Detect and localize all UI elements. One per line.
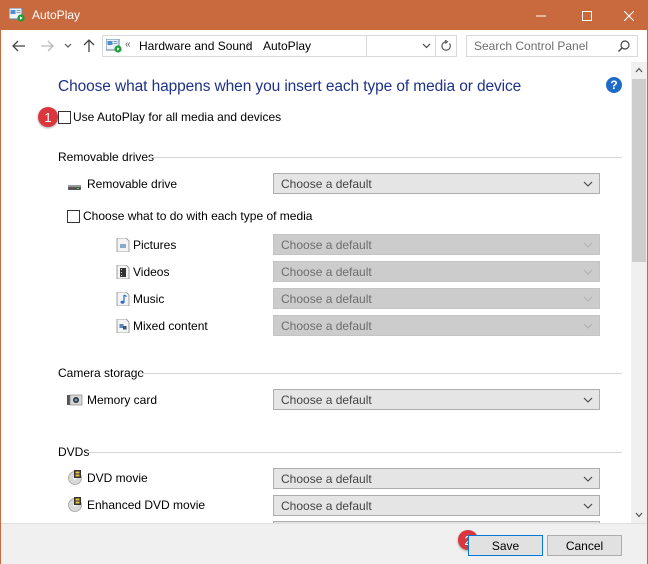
refresh-button[interactable]: [435, 35, 457, 57]
dropdown-value: Choose a default: [281, 393, 372, 407]
minimize-button[interactable]: [518, 1, 564, 30]
chevron-down-icon: [422, 43, 430, 49]
chevron-down-icon: [635, 512, 643, 518]
close-icon: [623, 10, 634, 21]
dropdown-value: Choose a default: [281, 265, 372, 279]
dropdown-value: Choose a default: [281, 499, 372, 513]
removable-drive-dropdown[interactable]: Choose a default: [273, 173, 600, 194]
dropdown-value: Choose a default: [281, 319, 372, 333]
dropdown-value: Choose a default: [281, 472, 372, 486]
control-panel-icon: [9, 8, 25, 22]
dropdown-value: Choose a default: [281, 177, 372, 191]
chevron-down-icon: [583, 397, 593, 403]
maximize-button[interactable]: [564, 1, 610, 30]
use-autoplay-label[interactable]: Use AutoPlay for all media and devices: [73, 110, 281, 124]
up-button[interactable]: [80, 36, 98, 56]
section-divider: [87, 452, 622, 453]
dropdown-value: Choose a default: [281, 238, 372, 252]
music-label: Music: [133, 292, 165, 306]
close-button[interactable]: [610, 1, 647, 30]
chevron-down-icon: [583, 323, 593, 329]
chevron-down-icon: [583, 242, 593, 248]
address-bar-empty[interactable]: [367, 35, 417, 57]
autoplay-window: AutoPlay « Hardware and Sound › AutoPlay…: [0, 0, 648, 564]
annotation-badge-1: 1: [38, 107, 58, 127]
chevron-down-icon: [583, 476, 593, 482]
videos-label: Videos: [133, 265, 170, 279]
memory-card-dropdown[interactable]: Choose a default: [273, 389, 600, 410]
removable-drive-label: Removable drive: [87, 177, 178, 191]
chevron-up-icon: [635, 67, 643, 73]
search-box[interactable]: [466, 35, 638, 57]
memory-card-icon: [67, 394, 83, 406]
chevron-down-icon: [583, 269, 593, 275]
scroll-thumb[interactable]: [632, 79, 646, 262]
mixed-content-icon: [116, 319, 130, 333]
title-bar[interactable]: AutoPlay: [1, 1, 647, 30]
mixed-content-dropdown[interactable]: Choose a default: [273, 315, 600, 336]
section-header-dvds: DVDs: [58, 445, 90, 459]
enhanced-dvd-movie-dropdown[interactable]: Choose a default: [273, 495, 600, 516]
search-icon[interactable]: [617, 39, 631, 53]
save-button[interactable]: Save: [468, 535, 543, 556]
maximize-icon: [582, 10, 592, 21]
section-divider: [139, 373, 622, 374]
pictures-label: Pictures: [133, 238, 177, 252]
dvd-icon: [68, 470, 82, 485]
address-bar[interactable]: « Hardware and Sound › AutoPlay: [102, 35, 367, 57]
videos-icon: [116, 265, 130, 279]
breadcrumb-hardware-and-sound[interactable]: Hardware and Sound: [139, 39, 252, 53]
search-input[interactable]: [467, 36, 617, 56]
memory-card-label: Memory card: [87, 393, 158, 407]
removable-drive-icon: [68, 185, 81, 190]
dvd-icon: [68, 497, 82, 512]
forward-arrow-icon: [41, 40, 54, 52]
chevron-down-icon: [64, 43, 72, 48]
mixed-content-label: Mixed content: [133, 319, 208, 333]
dropdown-value: Choose a default: [281, 292, 372, 306]
back-button[interactable]: [9, 36, 29, 56]
breadcrumb-overflow[interactable]: «: [125, 39, 131, 50]
address-history-button[interactable]: [417, 35, 435, 57]
scroll-up-button[interactable]: [631, 62, 647, 78]
content-area: Choose what happens when you insert each…: [1, 62, 631, 523]
breadcrumb-autoplay[interactable]: AutoPlay: [263, 39, 311, 53]
section-header-camera-storage: Camera storage: [58, 366, 145, 380]
pictures-dropdown[interactable]: Choose a default: [273, 234, 600, 255]
section-header-removable-drives: Removable drives: [58, 150, 155, 164]
per-media-label[interactable]: Choose what to do with each type of medi…: [83, 209, 312, 223]
dvd-movie-dropdown[interactable]: Choose a default: [273, 468, 600, 489]
minimize-icon: [536, 15, 546, 16]
dvd-movie-label: DVD movie: [87, 471, 148, 485]
up-arrow-icon: [83, 39, 95, 52]
breadcrumb-separator[interactable]: ›: [247, 39, 250, 50]
refresh-icon: [441, 40, 451, 51]
vertical-scrollbar[interactable]: [631, 62, 647, 523]
navigation-bar: « Hardware and Sound › AutoPlay: [1, 30, 647, 62]
music-dropdown[interactable]: Choose a default: [273, 288, 600, 309]
page-title: Choose what happens when you insert each…: [58, 78, 522, 95]
chevron-down-icon: [583, 296, 593, 302]
dialog-footer: 2 Save Cancel: [1, 523, 647, 564]
use-autoplay-checkbox[interactable]: [58, 111, 71, 124]
music-icon: [116, 292, 130, 306]
cancel-button[interactable]: Cancel: [547, 535, 622, 556]
forward-button[interactable]: [37, 36, 57, 56]
chevron-down-icon: [583, 503, 593, 509]
help-icon[interactable]: ?: [606, 77, 622, 93]
enhanced-dvd-movie-label: Enhanced DVD movie: [87, 498, 206, 512]
section-divider: [149, 157, 622, 158]
recent-locations-button[interactable]: [61, 36, 75, 56]
back-arrow-icon: [12, 40, 25, 52]
pictures-icon: [116, 238, 130, 252]
videos-dropdown[interactable]: Choose a default: [273, 261, 600, 282]
control-panel-icon: [106, 39, 122, 53]
chevron-down-icon: [583, 181, 593, 187]
window-title: AutoPlay: [32, 8, 81, 22]
per-media-checkbox[interactable]: [67, 210, 80, 223]
scroll-down-button[interactable]: [631, 507, 647, 523]
